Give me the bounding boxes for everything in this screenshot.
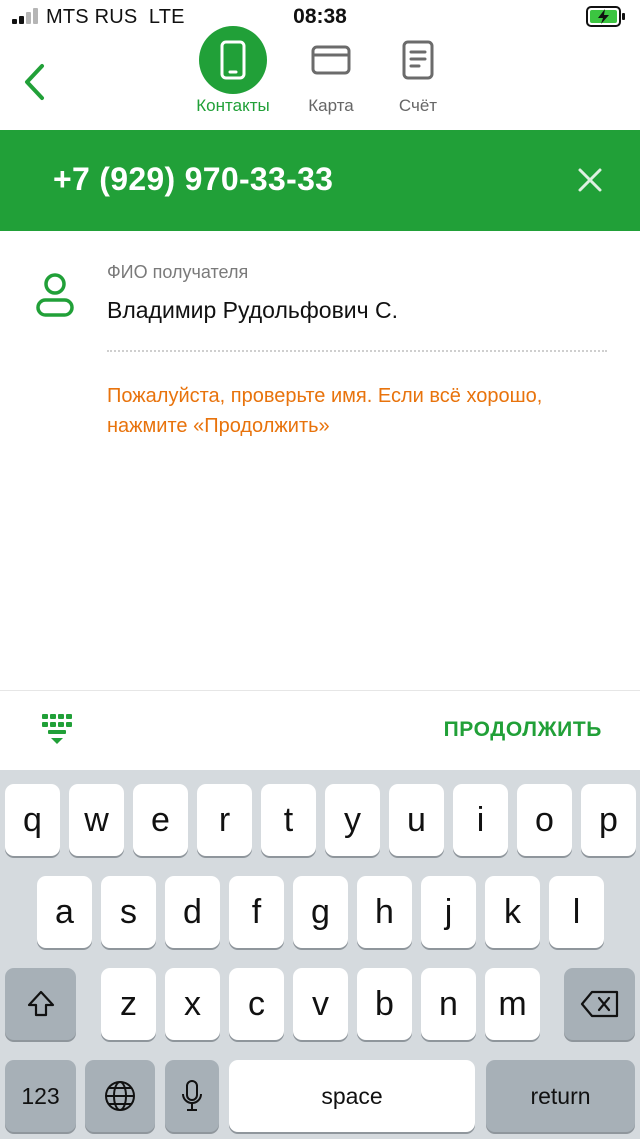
- action-bar: ПРОДОЛЖИТЬ: [0, 690, 640, 770]
- microphone-icon: [182, 1080, 202, 1111]
- key-j[interactable]: j: [421, 876, 476, 948]
- key-m[interactable]: m: [485, 968, 540, 1040]
- recipient-name-label: ФИО получателя: [107, 262, 249, 282]
- check-name-warning: Пожалуйста, проверьте имя. Если всё хоро…: [107, 385, 543, 437]
- back-button[interactable]: [14, 58, 54, 106]
- key-y[interactable]: y: [325, 784, 380, 856]
- backspace-icon: [580, 990, 618, 1018]
- recipient-name-value: Владимир Рудольфович С.: [107, 297, 399, 323]
- chevron-left-icon: [25, 64, 44, 100]
- key-l[interactable]: l: [549, 876, 604, 948]
- key-g[interactable]: g: [293, 876, 348, 948]
- key-x[interactable]: x: [165, 968, 220, 1040]
- key-z[interactable]: z: [101, 968, 156, 1040]
- document-icon: [384, 26, 452, 94]
- keypad-hide-icon: [42, 714, 72, 744]
- key-b[interactable]: b: [357, 968, 412, 1040]
- globe-icon: [105, 1081, 135, 1111]
- numbers-key[interactable]: 123: [5, 1060, 76, 1132]
- smartphone-icon: [199, 26, 267, 94]
- key-s[interactable]: s: [101, 876, 156, 948]
- continue-button[interactable]: ПРОДОЛЖИТЬ: [444, 718, 602, 742]
- key-h[interactable]: h: [357, 876, 412, 948]
- key-r[interactable]: r: [197, 784, 252, 856]
- tab-contacts[interactable]: Контакты: [183, 26, 283, 122]
- key-f[interactable]: f: [229, 876, 284, 948]
- tab-card[interactable]: Карта: [281, 26, 381, 122]
- ios-keyboard: q w e r t y u i o p a s d f g h j k l z …: [0, 770, 640, 1139]
- person-icon: [34, 272, 76, 318]
- key-d[interactable]: d: [165, 876, 220, 948]
- backspace-key[interactable]: [564, 968, 635, 1040]
- phone-banner: +7 (929) 970-33-33: [0, 130, 640, 231]
- key-c[interactable]: c: [229, 968, 284, 1040]
- keypad-toggle-button[interactable]: [38, 711, 78, 751]
- dictation-key[interactable]: [165, 1060, 219, 1132]
- key-i[interactable]: i: [453, 784, 508, 856]
- field-divider: [107, 350, 607, 352]
- key-t[interactable]: t: [261, 784, 316, 856]
- card-icon: [297, 26, 365, 94]
- tab-account[interactable]: Счёт: [368, 26, 468, 122]
- shift-key[interactable]: [5, 968, 76, 1040]
- key-q[interactable]: q: [5, 784, 60, 856]
- tab-label: Счёт: [398, 96, 438, 115]
- battery-charging-icon: [586, 6, 626, 27]
- key-v[interactable]: v: [293, 968, 348, 1040]
- tab-label: Контакты: [196, 96, 270, 115]
- key-a[interactable]: a: [37, 876, 92, 948]
- key-n[interactable]: n: [421, 968, 476, 1040]
- key-e[interactable]: e: [133, 784, 188, 856]
- space-key[interactable]: space: [229, 1060, 475, 1132]
- key-u[interactable]: u: [389, 784, 444, 856]
- key-k[interactable]: k: [485, 876, 540, 948]
- clear-phone-button[interactable]: [570, 160, 610, 200]
- phone-number: +7 (929) 970-33-33: [53, 161, 334, 197]
- key-p[interactable]: p: [581, 784, 636, 856]
- key-w[interactable]: w: [69, 784, 124, 856]
- shift-icon: [27, 990, 54, 1017]
- language-key[interactable]: [85, 1060, 155, 1132]
- close-icon: [578, 168, 602, 192]
- key-o[interactable]: o: [517, 784, 572, 856]
- return-key[interactable]: return: [486, 1060, 635, 1132]
- tab-label: Карта: [308, 96, 354, 115]
